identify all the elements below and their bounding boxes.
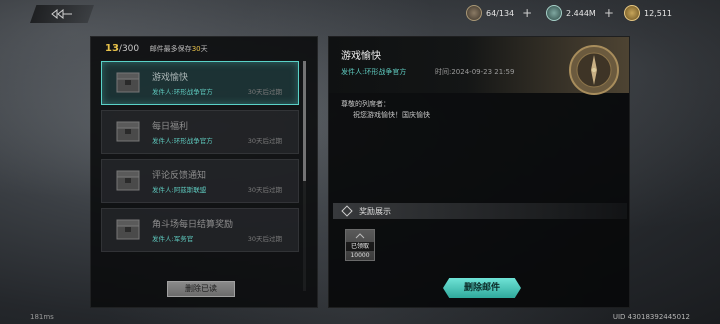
- mail-detail-time: 时间:2024-09-23 21:59: [435, 68, 515, 76]
- mail-item[interactable]: 评论反馈通知 发件人:阿兹斯联盟 30天后过期: [101, 159, 299, 203]
- mail-item-title: 评论反馈通知: [152, 171, 207, 181]
- reward-item[interactable]: 已领取 10000: [345, 229, 375, 261]
- mail-list[interactable]: 游戏愉快 发件人:环形战争官方 30天后过期 每日福利 发件人:环形战争官方 3…: [101, 61, 301, 291]
- delete-mail-button[interactable]: 删除邮件: [443, 278, 521, 298]
- mail-retention-note: 邮件最多保存30天: [149, 45, 208, 53]
- mail-item-expire: 30天后过期: [247, 186, 282, 194]
- mail-item-expire: 30天后过期: [247, 137, 282, 145]
- mail-item-sender: 发件人:阿兹斯联盟: [152, 186, 207, 194]
- reward-header-label: 奖励展示: [359, 207, 391, 216]
- silver-resource: 2.444M +: [546, 4, 614, 22]
- claimed-badge: 已领取: [346, 242, 374, 251]
- mail-chest-icon: [116, 170, 140, 191]
- gold-resource: 12,511: [624, 4, 672, 22]
- mail-item-sender: 发件人:环形战争官方: [152, 137, 213, 145]
- mail-detail-panel: 游戏愉快 发件人:环形战争官方 时间:2024-09-23 21:59 尊敬的列…: [328, 36, 630, 308]
- reward-section-header: 奖励展示: [333, 203, 627, 219]
- stamina-icon: [466, 5, 482, 21]
- mail-count-current: 13: [105, 43, 119, 54]
- mail-chest-icon: [116, 121, 140, 142]
- add-silver-button[interactable]: +: [604, 6, 614, 20]
- gold-value: 12,511: [644, 8, 672, 18]
- mail-body: 祝您游戏愉快！国庆愉快: [353, 111, 430, 119]
- mail-chest-icon: [116, 72, 140, 93]
- mail-item-sender: 发件人:环形战争官方: [152, 88, 213, 96]
- mail-item-expire: 30天后过期: [247, 88, 282, 96]
- mail-item[interactable]: 角斗场每日结算奖励 发件人:军务官 30天后过期: [101, 208, 299, 252]
- scrollbar-thumb[interactable]: [303, 61, 306, 181]
- latency-readout: 181ms: [30, 313, 54, 321]
- gold-coin-icon: [624, 5, 640, 21]
- mail-count-total: /300: [118, 44, 140, 54]
- mail-list-panel: 13/300 邮件最多保存30天 游戏愉快 发件人:环形战争官方 30天后过期 …: [90, 36, 318, 308]
- add-stamina-button[interactable]: +: [522, 6, 532, 20]
- back-arrow-icon: [51, 9, 72, 19]
- silver-coin-icon: [546, 5, 562, 21]
- mail-detail-sender: 发件人:环形战争官方: [341, 68, 407, 76]
- mail-list-scrollbar[interactable]: [303, 61, 306, 291]
- stamina-resource: 64/134 +: [466, 4, 532, 22]
- mail-count: 13/300 邮件最多保存30天: [105, 43, 208, 54]
- reward-item-icon: [355, 233, 365, 239]
- delete-read-button[interactable]: 删除已读: [167, 281, 235, 297]
- mail-greeting: 尊敬的列席者：: [341, 100, 390, 108]
- mail-item-title: 角斗场每日结算奖励: [152, 220, 234, 230]
- mail-item-expire: 30天后过期: [247, 235, 282, 243]
- mail-item[interactable]: 每日福利 发件人:环形战争官方 30天后过期: [101, 110, 299, 154]
- stamina-value: 64/134: [486, 8, 515, 18]
- mail-item-title: 每日福利: [152, 122, 189, 132]
- mail-detail-title: 游戏愉快: [341, 51, 381, 62]
- compass-icon: [569, 45, 619, 95]
- mail-item-title: 游戏愉快: [152, 73, 189, 83]
- diamond-icon: [341, 205, 353, 217]
- mail-chest-icon: [116, 219, 140, 240]
- reward-quantity: 10000: [350, 252, 370, 259]
- user-id: UID 43018392445012: [612, 313, 690, 321]
- mail-item-sender: 发件人:军务官: [152, 235, 194, 243]
- mail-item[interactable]: 游戏愉快 发件人:环形战争官方 30天后过期: [101, 61, 299, 105]
- back-button[interactable]: [30, 5, 94, 23]
- silver-value: 2.444M: [566, 8, 596, 18]
